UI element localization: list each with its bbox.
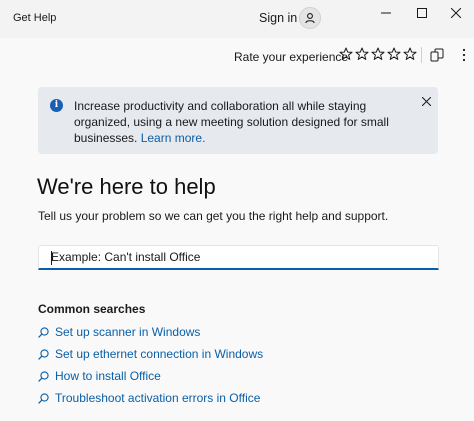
main-content: Rate your experience i Increase producti… <box>0 38 474 421</box>
search-icon <box>38 326 49 338</box>
sign-in-link[interactable]: Sign in <box>259 11 297 25</box>
close-icon <box>421 96 431 106</box>
page-title: We're here to help <box>37 174 216 199</box>
banner-message: Increase productivity and collaboration … <box>74 98 404 146</box>
page-subtitle: Tell us your problem so we can get you t… <box>38 209 389 223</box>
learn-more-link[interactable]: Learn more. <box>141 131 206 145</box>
app-title: Get Help <box>13 12 57 24</box>
banner-text: Increase productivity and collaboration … <box>74 99 389 145</box>
star-icon[interactable] <box>387 47 401 61</box>
rate-experience-label: Rate your experience <box>234 50 349 64</box>
common-search-item[interactable]: Set up scanner in Windows <box>38 323 200 341</box>
title-bar: Get Help Sign in <box>0 0 474 38</box>
star-icon[interactable] <box>355 47 369 61</box>
common-search-item[interactable]: Set up ethernet connection in Windows <box>38 345 263 363</box>
common-search-label[interactable]: How to install Office <box>55 369 161 383</box>
rating-stars <box>339 47 417 61</box>
maximize-icon <box>417 8 427 18</box>
text-caret <box>51 251 52 265</box>
info-banner: i Increase productivity and collaboratio… <box>38 87 438 154</box>
avatar[interactable] <box>299 7 321 29</box>
common-search-item[interactable]: Troubleshoot activation errors in Office <box>38 389 260 407</box>
person-icon <box>305 13 315 24</box>
star-icon[interactable] <box>339 47 353 61</box>
search-input[interactable] <box>39 246 438 268</box>
close-window-button[interactable] <box>436 0 474 26</box>
banner-close-button[interactable] <box>418 93 434 109</box>
share-button[interactable] <box>428 46 446 64</box>
common-search-item[interactable]: How to install Office <box>38 367 161 385</box>
toolbar-divider <box>421 47 422 63</box>
minimize-button[interactable] <box>366 0 406 26</box>
common-search-label[interactable]: Set up scanner in Windows <box>55 325 200 339</box>
close-icon <box>451 8 461 18</box>
search-icon <box>38 370 49 382</box>
minimize-icon <box>381 12 391 14</box>
info-icon: i <box>50 99 63 112</box>
star-icon[interactable] <box>371 47 385 61</box>
share-icon <box>430 48 444 62</box>
more-options-button[interactable] <box>455 45 473 65</box>
more-vertical-icon <box>462 48 466 62</box>
common-searches-title: Common searches <box>38 302 146 316</box>
common-search-label[interactable]: Troubleshoot activation errors in Office <box>55 391 260 405</box>
search-icon <box>38 392 49 404</box>
search-icon <box>38 348 49 360</box>
search-box[interactable] <box>38 245 439 270</box>
star-icon[interactable] <box>403 47 417 61</box>
common-search-label[interactable]: Set up ethernet connection in Windows <box>55 347 263 361</box>
